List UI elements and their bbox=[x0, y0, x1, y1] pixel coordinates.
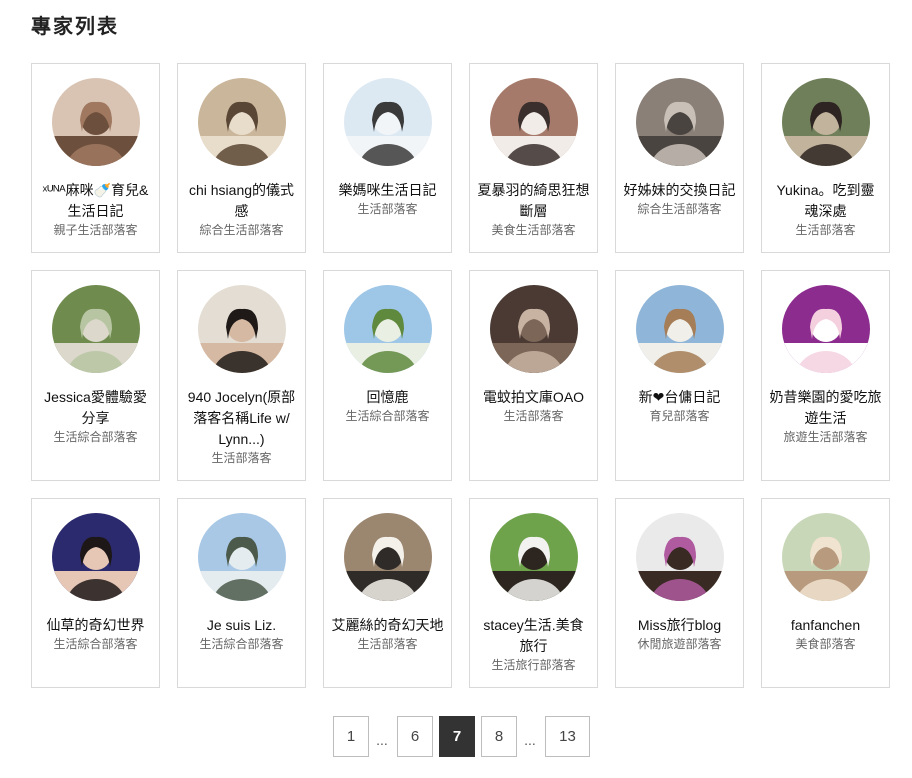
page-button-next[interactable]: 8 bbox=[481, 716, 517, 757]
expert-avatar[interactable] bbox=[51, 78, 140, 166]
expert-name[interactable]: chi hsiang的儀式感 bbox=[186, 180, 298, 222]
expert-avatar[interactable] bbox=[197, 78, 286, 166]
expert-card[interactable]: 仙草的奇幻世界 生活綜合部落客 bbox=[31, 498, 160, 688]
page-button-last[interactable]: 13 bbox=[545, 716, 590, 757]
expert-avatar[interactable] bbox=[197, 285, 286, 373]
pagination: 1 ... 6 7 8 ... 13 bbox=[333, 716, 590, 757]
expert-card[interactable]: 電蚊拍文庫OAO 生活部落客 bbox=[469, 270, 598, 481]
pagination-ellipsis: ... bbox=[376, 731, 388, 748]
expert-card[interactable]: Miss旅行blog 休閒旅遊部落客 bbox=[615, 498, 744, 688]
expert-card[interactable]: 艾麗絲的奇幻天地 生活部落客 bbox=[323, 498, 452, 688]
expert-name[interactable]: fanfanchen bbox=[770, 615, 882, 636]
expert-category: 美食生活部落客 bbox=[491, 223, 576, 237]
page-button-prev[interactable]: 6 bbox=[397, 716, 433, 757]
expert-avatar[interactable] bbox=[343, 513, 432, 601]
expert-category: 生活部落客 bbox=[357, 637, 418, 651]
expert-card[interactable]: 940 Jocelyn(原部落客名稱Life w/ Lynn...) 生活部落客 bbox=[177, 270, 306, 481]
expert-name[interactable]: 940 Jocelyn(原部落客名稱Life w/ Lynn...) bbox=[186, 387, 298, 450]
expert-avatar[interactable] bbox=[489, 513, 578, 601]
expert-card[interactable]: fanfanchen 美食部落客 bbox=[761, 498, 890, 688]
expert-category: 休閒旅遊部落客 bbox=[637, 637, 722, 651]
expert-category: 生活旅行部落客 bbox=[491, 658, 576, 672]
expert-name[interactable]: 回憶鹿 bbox=[332, 387, 444, 408]
expert-name[interactable]: 新❤台傭日記 bbox=[624, 387, 736, 408]
expert-card[interactable]: Yukina。吃到靈魂深處 生活部落客 bbox=[761, 63, 890, 253]
page-title: 專家列表 bbox=[31, 16, 119, 38]
expert-avatar[interactable] bbox=[781, 78, 870, 166]
expert-category: 育兒部落客 bbox=[649, 409, 710, 423]
expert-name[interactable]: Je suis Liz. bbox=[186, 615, 298, 636]
expert-avatar[interactable] bbox=[635, 78, 724, 166]
expert-category: 綜合生活部落客 bbox=[199, 223, 284, 237]
expert-name[interactable]: 樂媽咪生活日記 bbox=[332, 180, 444, 201]
expert-category: 綜合生活部落客 bbox=[637, 202, 722, 216]
expert-avatar[interactable] bbox=[489, 285, 578, 373]
expert-card[interactable]: 樂媽咪生活日記 生活部落客 bbox=[323, 63, 452, 253]
expert-name[interactable]: 好姊妹的交換日記 bbox=[624, 180, 736, 201]
expert-avatar[interactable] bbox=[781, 513, 870, 601]
expert-category: 美食部落客 bbox=[795, 637, 856, 651]
expert-category: 生活綜合部落客 bbox=[199, 637, 284, 651]
expert-name[interactable]: Jessica愛體驗愛分享 bbox=[40, 387, 152, 429]
expert-category: 生活部落客 bbox=[795, 223, 856, 237]
page-button-current[interactable]: 7 bbox=[439, 716, 475, 757]
expert-category: 生活綜合部落客 bbox=[53, 637, 138, 651]
expert-category: 旅遊生活部落客 bbox=[783, 430, 868, 444]
expert-name[interactable]: 夏暴羽的綺思狂想斷層 bbox=[478, 180, 590, 222]
expert-name[interactable]: stacey生活.美食旅行 bbox=[478, 615, 590, 657]
expert-name[interactable]: 奶昔樂園的愛吃旅遊生活 bbox=[770, 387, 882, 429]
expert-name[interactable]: 艾麗絲的奇幻天地 bbox=[332, 615, 444, 636]
expert-card[interactable]: 新❤台傭日記 育兒部落客 bbox=[615, 270, 744, 481]
expert-card[interactable]: 夏暴羽的綺思狂想斷層 美食生活部落客 bbox=[469, 63, 598, 253]
expert-category: 生活綜合部落客 bbox=[53, 430, 138, 444]
expert-avatar[interactable] bbox=[51, 285, 140, 373]
expert-category: 生活綜合部落客 bbox=[345, 409, 430, 423]
expert-name[interactable]: Yukina。吃到靈魂深處 bbox=[770, 180, 882, 222]
expert-card[interactable]: ˣᵁᴺᴬ麻咪🍼育兒&生活日記 親子生活部落客 bbox=[31, 63, 160, 253]
expert-avatar[interactable] bbox=[635, 513, 724, 601]
expert-avatar[interactable] bbox=[343, 78, 432, 166]
expert-category: 生活部落客 bbox=[357, 202, 418, 216]
expert-avatar[interactable] bbox=[781, 285, 870, 373]
expert-category: 生活部落客 bbox=[211, 451, 272, 465]
expert-name[interactable]: 電蚊拍文庫OAO bbox=[478, 387, 590, 408]
expert-avatar[interactable] bbox=[51, 513, 140, 601]
expert-card[interactable]: 好姊妹的交換日記 綜合生活部落客 bbox=[615, 63, 744, 253]
expert-name[interactable]: 仙草的奇幻世界 bbox=[40, 615, 152, 636]
page-button-first[interactable]: 1 bbox=[333, 716, 369, 757]
expert-category: 親子生活部落客 bbox=[53, 223, 138, 237]
expert-category: 生活部落客 bbox=[503, 409, 564, 423]
expert-card[interactable]: Jessica愛體驗愛分享 生活綜合部落客 bbox=[31, 270, 160, 481]
expert-card[interactable]: stacey生活.美食旅行 生活旅行部落客 bbox=[469, 498, 598, 688]
expert-avatar[interactable] bbox=[197, 513, 286, 601]
expert-name[interactable]: Miss旅行blog bbox=[624, 615, 736, 636]
expert-avatar[interactable] bbox=[343, 285, 432, 373]
expert-grid: ˣᵁᴺᴬ麻咪🍼育兒&生活日記 親子生活部落客 chi hsiang的儀式感 綜合生活部… bbox=[31, 63, 890, 688]
expert-card[interactable]: 奶昔樂園的愛吃旅遊生活 旅遊生活部落客 bbox=[761, 270, 890, 481]
expert-card[interactable]: Je suis Liz. 生活綜合部落客 bbox=[177, 498, 306, 688]
expert-name[interactable]: ˣᵁᴺᴬ麻咪🍼育兒&生活日記 bbox=[40, 180, 152, 222]
expert-avatar[interactable] bbox=[489, 78, 578, 166]
expert-avatar[interactable] bbox=[635, 285, 724, 373]
expert-card[interactable]: chi hsiang的儀式感 綜合生活部落客 bbox=[177, 63, 306, 253]
expert-card[interactable]: 回憶鹿 生活綜合部落客 bbox=[323, 270, 452, 481]
pagination-ellipsis: ... bbox=[524, 731, 536, 748]
